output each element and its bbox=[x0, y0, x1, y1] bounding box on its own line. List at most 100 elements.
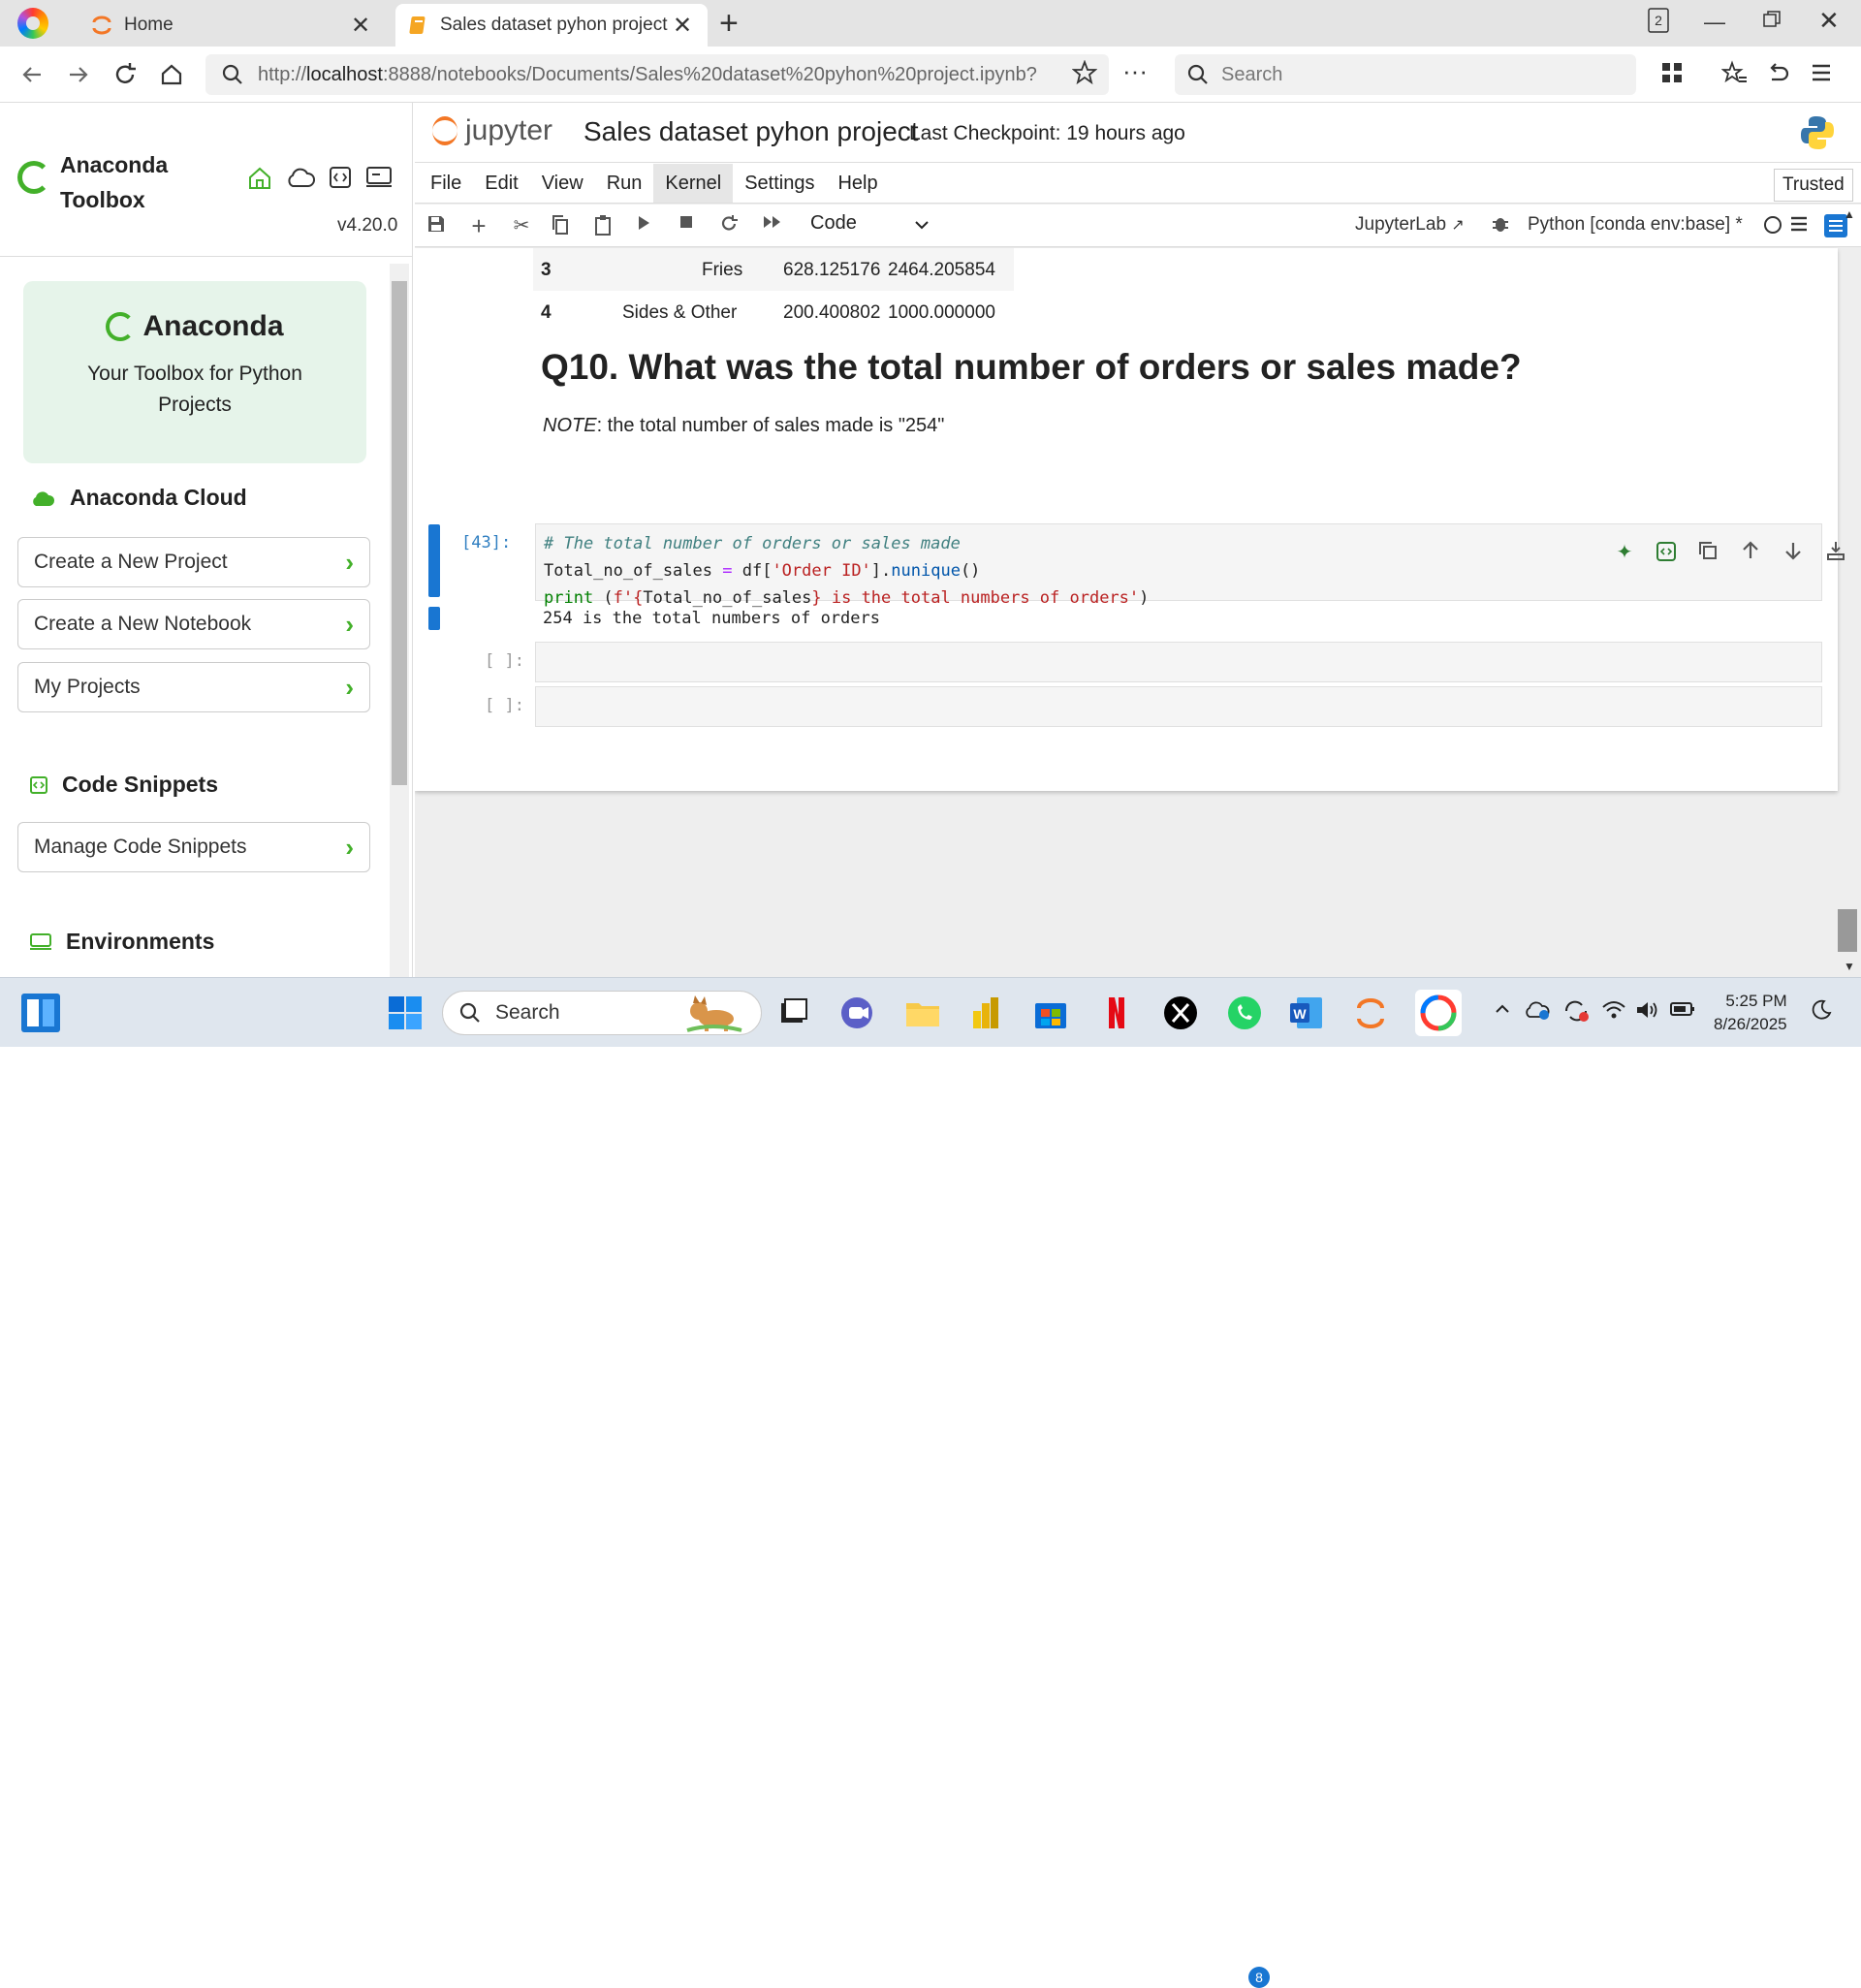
empty-code-cell[interactable] bbox=[535, 686, 1822, 727]
cell-type-select[interactable]: Code bbox=[810, 212, 857, 235]
task-view-icon[interactable] bbox=[773, 994, 812, 1032]
browser-logo-icon[interactable] bbox=[17, 8, 48, 39]
system-clock[interactable]: 5:25 PM 8/26/2025 bbox=[1714, 990, 1787, 1036]
favorites-icon[interactable] bbox=[1721, 60, 1751, 89]
active-cell-indicator[interactable] bbox=[428, 524, 440, 597]
code-snippet-icon[interactable] bbox=[1655, 540, 1680, 565]
restart-icon[interactable] bbox=[719, 214, 742, 237]
environment-icon[interactable] bbox=[364, 165, 394, 192]
code-snippet-icon[interactable] bbox=[328, 165, 353, 192]
show-hidden-icons-icon[interactable] bbox=[1493, 999, 1512, 1019]
forward-button[interactable] bbox=[64, 60, 93, 89]
stop-icon[interactable] bbox=[678, 214, 702, 237]
sync-icon[interactable] bbox=[1562, 999, 1590, 1023]
toolbox-version: v4.20.0 bbox=[337, 215, 398, 236]
trusted-badge[interactable]: Trusted bbox=[1774, 169, 1853, 202]
duplicate-cell-icon[interactable] bbox=[1697, 540, 1722, 565]
fast-forward-icon[interactable] bbox=[762, 214, 785, 237]
list-icon[interactable] bbox=[1789, 214, 1813, 237]
cell-output: 254 is the total numbers of orders bbox=[543, 609, 880, 628]
tab-home[interactable]: Home ✕ bbox=[78, 4, 386, 47]
menu-file[interactable]: File bbox=[419, 164, 473, 203]
home-icon[interactable] bbox=[246, 165, 273, 192]
empty-code-cell[interactable] bbox=[535, 642, 1822, 682]
create-new-project-button[interactable]: Create a New Project › bbox=[17, 537, 370, 587]
notifications-moon-icon[interactable] bbox=[1811, 999, 1832, 1021]
power-bi-icon[interactable] bbox=[967, 994, 1006, 1032]
jupyter-logo[interactable]: jupyter bbox=[432, 114, 552, 147]
save-icon[interactable] bbox=[426, 214, 450, 237]
jupyterlab-link[interactable]: JupyterLab ↗ bbox=[1355, 214, 1465, 236]
more-options-icon[interactable]: ··· bbox=[1120, 56, 1150, 85]
tab-title: Home bbox=[124, 15, 173, 35]
manage-code-snippets-button[interactable]: Manage Code Snippets › bbox=[17, 822, 370, 872]
whatsapp-icon[interactable] bbox=[1225, 994, 1264, 1032]
insert-above-icon[interactable] bbox=[1825, 540, 1850, 565]
scroll-up-arrow-icon[interactable]: ▲ bbox=[1844, 207, 1855, 221]
undo-icon[interactable] bbox=[1764, 60, 1793, 89]
chevron-right-icon: › bbox=[345, 547, 354, 577]
kernel-name[interactable]: Python [conda env:base] * bbox=[1528, 214, 1743, 236]
move-down-icon[interactable] bbox=[1782, 540, 1808, 565]
new-tab-button[interactable]: + bbox=[719, 7, 739, 40]
menu-icon[interactable] bbox=[1809, 60, 1838, 89]
minimize-button[interactable]: — bbox=[1704, 10, 1725, 35]
back-button[interactable] bbox=[17, 60, 47, 89]
menu-run[interactable]: Run bbox=[595, 164, 654, 203]
restore-button[interactable] bbox=[1762, 10, 1782, 29]
menu-settings[interactable]: Settings bbox=[733, 164, 826, 203]
bookmark-star-icon[interactable] bbox=[1072, 60, 1101, 89]
chevron-right-icon: › bbox=[345, 672, 354, 702]
word-icon[interactable]: W bbox=[1287, 994, 1326, 1032]
widgets-icon[interactable] bbox=[21, 994, 60, 1032]
netflix-icon[interactable] bbox=[1097, 994, 1136, 1032]
menu-kernel[interactable]: Kernel bbox=[653, 163, 734, 203]
sidebar-scrollbar[interactable] bbox=[390, 264, 409, 977]
url-field[interactable]: http://localhost:8888/notebooks/Document… bbox=[205, 54, 1109, 95]
close-tab-icon[interactable]: ✕ bbox=[671, 12, 694, 40]
close-window-button[interactable]: ✕ bbox=[1818, 6, 1840, 36]
reload-button[interactable] bbox=[110, 60, 140, 89]
address-bar: http://localhost:8888/notebooks/Document… bbox=[0, 47, 1861, 103]
menu-view[interactable]: View bbox=[530, 164, 595, 203]
close-tab-icon[interactable]: ✕ bbox=[349, 12, 372, 40]
jupyter-app-icon[interactable] bbox=[1351, 994, 1390, 1032]
menu-help[interactable]: Help bbox=[826, 164, 889, 203]
taskbar-search-input[interactable]: Search bbox=[442, 991, 762, 1035]
tab-notebook[interactable]: Sales dataset pyhon project ✕ bbox=[395, 4, 708, 47]
create-new-notebook-button[interactable]: Create a New Notebook › bbox=[17, 599, 370, 649]
onedrive-icon[interactable] bbox=[1524, 999, 1551, 1021]
start-button[interactable] bbox=[386, 994, 425, 1032]
code-cell-input[interactable]: # The total number of orders or sales ma… bbox=[535, 523, 1845, 608]
scrollbar-thumb[interactable] bbox=[392, 281, 407, 785]
cut-icon[interactable]: ✂ bbox=[510, 214, 533, 237]
extensions-grid-icon[interactable] bbox=[1659, 60, 1688, 89]
paste-icon[interactable] bbox=[593, 214, 616, 237]
notebook-title[interactable]: Sales dataset pyhon project bbox=[584, 116, 919, 147]
ai-sparkle-icon[interactable]: ✦ bbox=[1612, 540, 1637, 565]
tab-count-icon[interactable]: 2 bbox=[1648, 8, 1669, 33]
volume-icon[interactable] bbox=[1634, 999, 1659, 1021]
debugger-icon[interactable] bbox=[1491, 214, 1514, 237]
microsoft-store-icon[interactable] bbox=[1031, 994, 1070, 1032]
menu-edit[interactable]: Edit bbox=[473, 164, 529, 203]
wifi-icon[interactable] bbox=[1601, 999, 1626, 1021]
x-app-icon[interactable] bbox=[1161, 994, 1200, 1032]
home-button[interactable] bbox=[157, 60, 186, 89]
copy-icon[interactable] bbox=[551, 214, 574, 237]
browser-search-input[interactable]: Search bbox=[1175, 54, 1636, 95]
output-collapse-indicator[interactable] bbox=[428, 607, 440, 630]
cloud-icon[interactable] bbox=[285, 165, 316, 192]
add-cell-icon[interactable]: + bbox=[467, 213, 490, 238]
scroll-down-arrow-icon[interactable]: ▼ bbox=[1844, 960, 1855, 973]
run-icon[interactable] bbox=[636, 214, 659, 237]
my-projects-button[interactable]: My Projects › bbox=[17, 662, 370, 712]
browser-taskbar-icon[interactable] bbox=[1415, 990, 1462, 1036]
battery-icon[interactable] bbox=[1669, 999, 1696, 1019]
move-up-icon[interactable] bbox=[1740, 540, 1765, 565]
teams-chat-icon[interactable] bbox=[837, 994, 876, 1032]
chevron-down-icon[interactable] bbox=[913, 212, 930, 236]
file-explorer-icon[interactable] bbox=[903, 994, 942, 1032]
jupyter-favicon-icon bbox=[91, 15, 112, 36]
notebook-scrollbar-thumb[interactable] bbox=[1838, 909, 1857, 952]
